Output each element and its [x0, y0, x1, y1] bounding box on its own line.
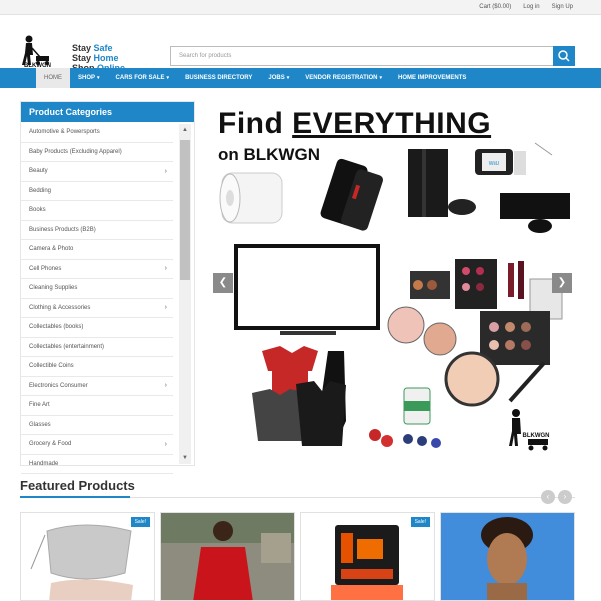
category-item[interactable]: Business Products (B2B) — [21, 221, 173, 240]
carousel-prev-button[interactable]: ❮ — [213, 273, 233, 293]
nav-vendor-registration[interactable]: VENDOR REGISTRATION ▾ — [297, 68, 390, 88]
sale-badge: Sale! — [130, 517, 150, 527]
signup-link[interactable]: Sign Up — [552, 4, 573, 10]
category-item[interactable]: Baby Products (Excluding Apparel) — [21, 143, 173, 162]
toilet-paper-icon — [219, 172, 283, 224]
product-card[interactable]: Sale! — [300, 512, 435, 601]
chevron-down-icon: ▾ — [97, 75, 100, 81]
chevron-right-icon: › — [164, 265, 167, 273]
chevron-down-icon: ▾ — [166, 75, 170, 81]
search-icon — [558, 50, 570, 62]
category-item[interactable]: Books — [21, 201, 173, 221]
product-card[interactable]: Sale! — [20, 512, 155, 601]
scroll-up-icon[interactable]: ▲ — [179, 124, 191, 136]
sale-badge: Sale! — [410, 517, 430, 527]
xbox-icon — [500, 193, 570, 233]
category-item[interactable]: Collectible Coins — [21, 357, 173, 377]
chevron-down-icon: ▾ — [286, 75, 290, 81]
category-item[interactable]: Automotive & Powersports — [21, 123, 173, 143]
categories-title: Product Categories — [21, 102, 194, 122]
chevron-right-icon: › — [164, 382, 167, 390]
category-item[interactable]: Handmade — [21, 455, 173, 474]
nav-cars-for-sale[interactable]: CARS FOR SALE ▾ — [108, 68, 178, 88]
wii-u-icon: WiiU — [475, 142, 553, 175]
title-underline — [20, 496, 130, 498]
game-console-icon — [408, 149, 476, 217]
hero-banner[interactable]: Find EVERYTHING on BLKWGN WiiU BLKWGN ❮ … — [210, 101, 575, 466]
makeup-icon — [387, 259, 563, 407]
featured-next-button[interactable]: › — [558, 490, 572, 504]
category-item[interactable]: Collectables (entertainment) — [21, 338, 173, 357]
banner-products-illustration: WiiU BLKWGN — [219, 142, 570, 451]
clothing-icon — [252, 346, 346, 446]
svg-text:BLKWGN: BLKWGN — [523, 433, 550, 439]
featured-prev-button[interactable]: ‹ — [541, 490, 555, 504]
category-item[interactable]: Bedding — [21, 182, 173, 201]
television-icon — [234, 244, 380, 335]
category-item[interactable]: Cell Phones › — [21, 260, 173, 279]
header: BLKWGN Stay Safe Stay Home Shop Online S… — [0, 15, 601, 76]
category-item[interactable]: Glasses — [21, 416, 173, 435]
nav-business-directory[interactable]: BUSINESS DIRECTORY — [177, 68, 260, 88]
category-item[interactable]: Clothing & Accessories › — [21, 299, 173, 318]
chevron-right-icon: › — [164, 167, 167, 175]
login-link[interactable]: Log in — [523, 4, 539, 10]
nav-home-improvements[interactable]: HOME IMPROVEMENTS — [390, 68, 474, 88]
main-nav: HOME SHOP ▾ CARS FOR SALE ▾ BUSINESS DIREC… — [0, 68, 601, 88]
phones-icon — [320, 158, 383, 231]
scroll-down-icon[interactable]: ▼ — [179, 452, 191, 464]
search-button[interactable] — [553, 46, 575, 66]
category-item[interactable]: Electronics Consumer › — [21, 377, 173, 396]
wagon-kid-icon: BLKWGN — [509, 409, 550, 451]
featured-products-title: Featured Products — [20, 478, 135, 493]
nav-shop[interactable]: SHOP ▾ — [70, 68, 108, 88]
chevron-down-icon: ▾ — [379, 75, 383, 81]
supplement-bottle-icon — [369, 387, 441, 448]
cart-link[interactable]: Cart ($0.00) — [479, 4, 511, 10]
category-item[interactable]: Grocery & Food › — [21, 435, 173, 455]
carousel-next-button[interactable]: ❯ — [552, 273, 572, 293]
model-portrait-image — [441, 513, 574, 600]
search-input[interactable]: Search for products — [170, 46, 554, 66]
scroll-thumb[interactable] — [180, 140, 190, 280]
categories-scrollbar[interactable]: ▲ ▼ — [179, 124, 191, 464]
product-categories-panel: Product Categories Automotive & Powerspo… — [20, 101, 195, 474]
nav-jobs[interactable]: JOBS ▾ — [260, 68, 297, 88]
category-item[interactable]: Beauty › — [21, 162, 173, 182]
category-item[interactable]: Fine Art — [21, 396, 173, 416]
category-item[interactable]: Camera & Photo — [21, 240, 173, 260]
category-item[interactable]: Cleaning Supplies — [21, 279, 173, 299]
chevron-right-icon: › — [164, 304, 167, 312]
tracksuit-image — [161, 513, 294, 600]
svg-text:WiiU: WiiU — [489, 161, 500, 167]
category-item[interactable]: Collectables (books) — [21, 318, 173, 338]
chevron-right-icon: › — [164, 440, 167, 448]
product-card[interactable] — [160, 512, 295, 601]
product-card[interactable] — [440, 512, 575, 601]
nav-home[interactable]: HOME — [36, 68, 70, 88]
categories-list: Automotive & Powersports Baby Products (… — [21, 123, 173, 474]
top-bar: Cart ($0.00) Log in Sign Up — [0, 0, 601, 15]
